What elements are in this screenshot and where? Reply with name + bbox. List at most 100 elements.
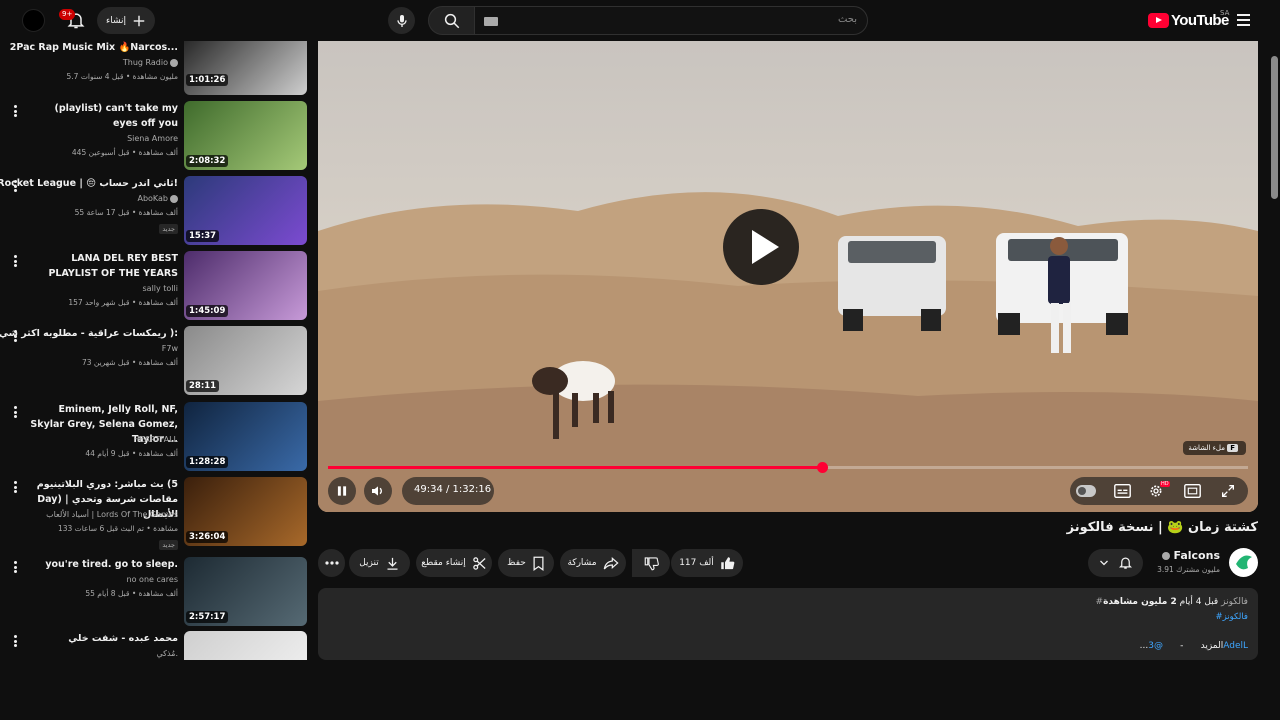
create-label: إنشاء <box>105 15 126 26</box>
duration-badge: 2:57:17 <box>186 611 229 623</box>
description-box[interactable]: #فالكونز قبل 4 أيام 2 مليون مشاهدة #فالك… <box>318 588 1258 660</box>
save-label: حفظ <box>507 558 526 568</box>
more-actions-button[interactable] <box>318 549 345 577</box>
sidebar-channel-name[interactable]: مُذكي. <box>156 649 178 658</box>
youtube-logo[interactable]: YouTube <box>1148 12 1229 29</box>
sidebar-channel-name[interactable]: AboKab <box>137 194 178 203</box>
sidebar-channel-name[interactable]: Thug Radio <box>123 58 178 67</box>
sidebar-video-title[interactable]: you're tired. go to sleep. <box>45 557 178 572</box>
sidebar-channel-name[interactable]: no one cares <box>127 575 178 584</box>
more-options-icon[interactable] <box>14 330 18 344</box>
duration-badge: 1:01:26 <box>186 74 229 86</box>
voice-search-button[interactable] <box>388 7 415 34</box>
volume-button[interactable] <box>364 477 392 505</box>
progress-bar[interactable] <box>328 462 1248 473</box>
scrollbar-thumb[interactable] <box>1271 56 1278 199</box>
share-icon <box>603 557 619 570</box>
sidebar-video-title[interactable]: (playlist) can't take my eyes off you <box>28 101 179 131</box>
like-button[interactable]: 117 ألف <box>671 549 743 577</box>
sidebar-video-item[interactable]: 1:01:26 2Pac Rap Music Mix 🔥Narcos... Thug… <box>0 41 310 95</box>
more-options-icon[interactable] <box>14 406 18 420</box>
search-input[interactable]: بحث <box>474 6 868 35</box>
subscription-button[interactable] <box>1088 549 1143 577</box>
country-code: SA <box>1220 9 1230 17</box>
sidebar-video-title[interactable]: ريمكسات عراقية - مطلوبه اكثر شي ): <box>0 326 178 341</box>
duration-badge: 3:26:04 <box>186 531 229 543</box>
sidebar-video-meta: 55 ألف مشاهدة • قبل 8 أيام <box>85 589 178 598</box>
sidebar-channel-name[interactable]: HEARTFALL <box>133 435 178 444</box>
notification-badge: 9+ <box>59 9 76 20</box>
sidebar-video-meta: 73 ألف مشاهدة • قبل شهرين <box>81 358 178 367</box>
share-button[interactable]: مشاركة <box>560 549 626 577</box>
pause-button[interactable] <box>328 477 356 505</box>
view-count: 2 مليون مشاهدة <box>1103 597 1177 607</box>
sidebar-channel-text: Thug Radio <box>122 58 168 67</box>
sidebar-video-meta: 44 ألف مشاهدة • قبل 9 أيام <box>85 449 178 458</box>
sidebar-video-item[interactable]: 2:57:17 you're tired. go to sleep. no one … <box>0 557 310 632</box>
sidebar-video-item[interactable]: 2:08:32 (playlist) can't take my eyes off… <box>0 101 310 176</box>
more-horizontal-icon <box>324 561 339 565</box>
account-avatar[interactable] <box>22 9 45 32</box>
sidebar-video-item[interactable]: 15:37 Rocket League | 😔 ثاني اندر حساب! Ab… <box>0 176 310 251</box>
autoplay-toggle[interactable] <box>1076 485 1096 497</box>
sidebar-video-title[interactable]: محمد عبده - شفت خلي <box>68 631 178 646</box>
sidebar-channel-name[interactable]: sally tolli <box>143 284 179 293</box>
sidebar-video-title[interactable]: Rocket League | 😔 ثاني اندر حساب! <box>0 176 178 191</box>
sidebar-video-meta: 133 مشاهدة • تم البث قبل 6 ساعات <box>57 524 178 533</box>
more-options-icon[interactable] <box>14 255 18 269</box>
sidebar-video-item[interactable]: محمد عبده - شفت خلي مُذكي. <box>0 631 310 660</box>
dislike-button[interactable] <box>632 549 670 577</box>
big-play-button[interactable] <box>723 209 799 285</box>
download-button[interactable]: تنزيل <box>349 549 410 577</box>
thumbs-up-icon <box>721 556 735 569</box>
progress-played <box>328 466 823 469</box>
upload-date: قبل 4 أيام <box>1179 597 1219 607</box>
sidebar-video-meta: 5.7 مليون مشاهدة • قبل 4 سنوات <box>66 72 179 81</box>
falcons-logo-icon <box>1230 549 1257 576</box>
save-button[interactable]: حفظ <box>498 549 554 577</box>
mention-link[interactable]: @3AdelL <box>1148 641 1248 651</box>
channel-avatar[interactable] <box>1229 548 1258 577</box>
search-placeholder: بحث <box>837 14 857 25</box>
keyboard-icon[interactable] <box>484 17 498 26</box>
sidebar-channel-name[interactable]: F7w <box>162 344 178 353</box>
sidebar-video-item[interactable]: 1:28:28 Eminem, Jelly Roll, NF, Skylar Gr… <box>0 402 310 477</box>
video-thumbnail[interactable] <box>184 631 307 660</box>
pause-icon <box>337 486 347 496</box>
sidebar-video-item[interactable]: 1:45:09 LANA DEL REY BEST PLAYLIST OF THE… <box>0 251 310 326</box>
video-thumbnail[interactable] <box>184 41 307 95</box>
more-options-icon[interactable] <box>14 561 18 575</box>
more-options-icon[interactable] <box>14 180 18 194</box>
menu-icon[interactable] <box>1237 14 1250 29</box>
duration-badge: 15:37 <box>186 230 220 242</box>
sidebar-video-item[interactable]: 3:26:04 بث مباشر: دوري البلاتينيوم (5 Day… <box>0 477 310 552</box>
download-icon <box>387 557 398 570</box>
duration-badge: 1:45:09 <box>186 305 229 317</box>
sidebar-video-title[interactable]: LANA DEL REY BEST PLAYLIST OF THE YEARS <box>28 251 178 281</box>
page-scrollbar[interactable] <box>1271 41 1278 661</box>
verified-icon <box>170 194 178 203</box>
new-badge: جديد <box>159 224 178 234</box>
fullscreen-icon[interactable] <box>1220 483 1236 499</box>
video-player[interactable]: ملء الشاشة F 49:34 / 1:32:16 HD <box>318 41 1258 512</box>
subscriber-count: 3.91 مليون مشترك <box>1157 565 1220 574</box>
theater-mode-icon[interactable] <box>1184 484 1201 498</box>
channel-name-row[interactable]: Falcons <box>1160 549 1220 562</box>
subtitles-icon[interactable] <box>1114 484 1131 498</box>
more-options-icon[interactable] <box>14 105 18 119</box>
more-options-icon[interactable] <box>14 481 18 495</box>
sidebar-channel-name[interactable]: Siena Amore <box>127 134 178 143</box>
search-button[interactable] <box>428 6 475 35</box>
sidebar-channel-name[interactable]: أسياد الألعاب | Lords Of The Games <box>46 510 178 519</box>
sidebar-video-meta: 55 ألف مشاهدة • قبل 17 ساعة <box>74 208 178 217</box>
description-hashtag-link[interactable]: #فالكونز <box>1215 612 1248 622</box>
search-icon <box>444 13 460 29</box>
progress-scrubber[interactable] <box>817 462 829 473</box>
more-options-icon[interactable] <box>14 635 18 649</box>
create-button[interactable]: إنشاء <box>97 7 155 34</box>
clip-button[interactable]: إنشاء مقطع <box>416 549 492 577</box>
sidebar-video-item[interactable]: 28:11 ريمكسات عراقية - مطلوبه اكثر شي ): F… <box>0 326 310 401</box>
duration-badge: 28:11 <box>186 380 220 392</box>
sidebar-video-title[interactable]: 2Pac Rap Music Mix 🔥Narcos... <box>10 41 178 55</box>
youtube-play-icon <box>1148 13 1169 28</box>
